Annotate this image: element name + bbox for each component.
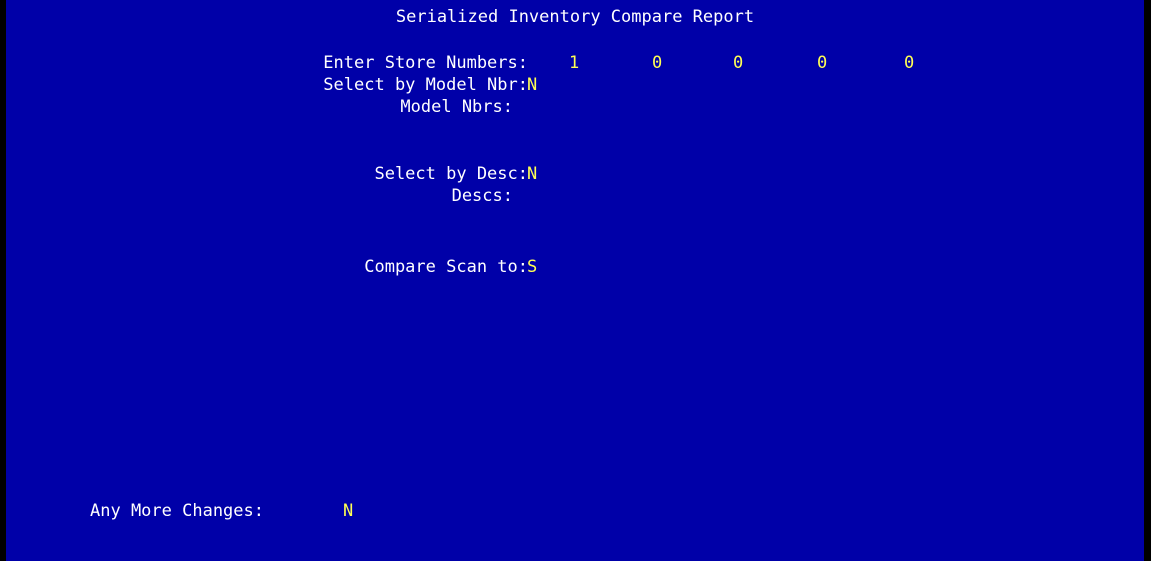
terminal-screen: Serialized Inventory Compare Report Ente… [6, 0, 1144, 561]
store-number-field-5[interactable]: 0 [904, 52, 914, 74]
compare-scan-field[interactable]: S [527, 256, 537, 278]
compare-scan-label: Compare Scan to: [364, 257, 528, 277]
store-number-field-3[interactable]: 0 [733, 52, 743, 74]
model-nbrs-label: Model Nbrs: [400, 97, 513, 117]
select-by-desc-label: Select by Desc: [374, 164, 528, 184]
select-by-desc-field[interactable]: N [527, 163, 537, 185]
select-by-model-label: Select by Model Nbr: [323, 75, 528, 95]
store-number-field-4[interactable]: 0 [817, 52, 827, 74]
store-numbers-label: Enter Store Numbers: [323, 53, 528, 73]
report-title: Serialized Inventory Compare Report [395, 7, 755, 27]
select-by-model-field[interactable]: N [527, 74, 537, 96]
descs-label: Descs: [451, 186, 513, 206]
store-number-field-1[interactable]: 1 [569, 52, 579, 74]
store-number-field-2[interactable]: 0 [652, 52, 662, 74]
more-changes-field[interactable]: N [343, 500, 353, 522]
more-changes-label: Any More Changes: [90, 501, 264, 521]
